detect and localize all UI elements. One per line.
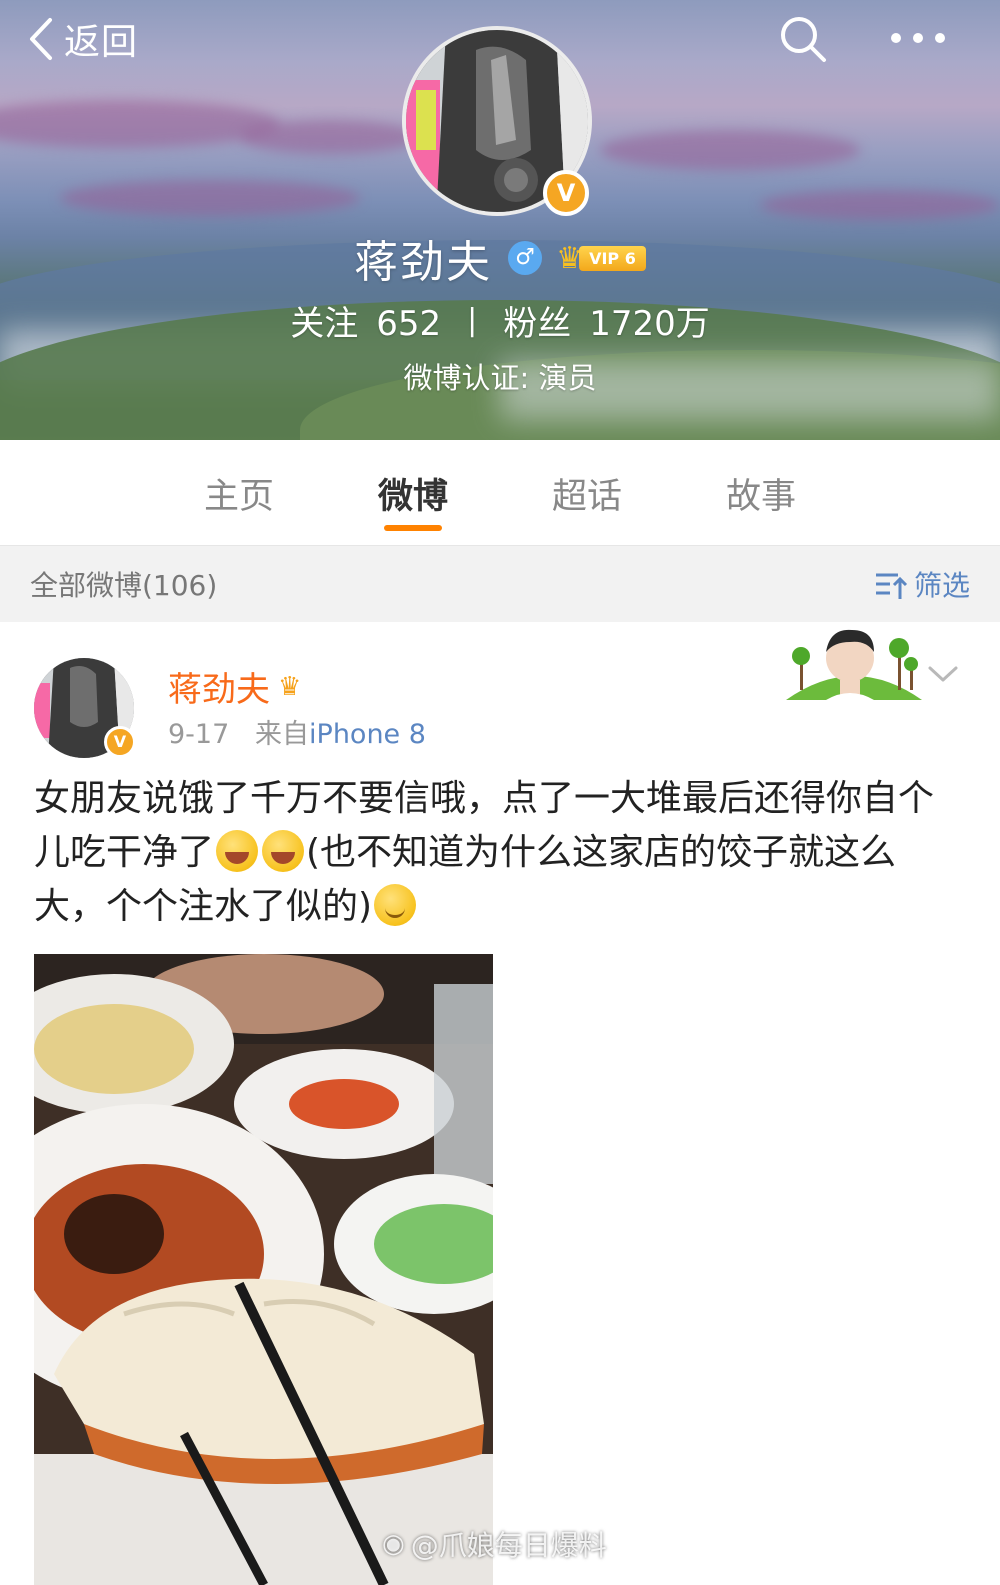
dumpling-photo-image xyxy=(34,954,493,1585)
filter-sort-icon xyxy=(875,573,908,599)
following-count: 652 xyxy=(376,304,442,344)
profile-tabs: 主页 微博 超话 故事 xyxy=(0,440,1000,546)
post-source-link[interactable]: iPhone 8 xyxy=(309,719,426,750)
stats-divider: | xyxy=(467,303,478,338)
weibo-post: V 蒋劲夫 ♛ 9-17 来自iPhone 8 女朋友说饿了千万不要信哦，点了一… xyxy=(0,622,1000,1585)
followers-count: 1720万 xyxy=(589,304,710,344)
avatar-card-decoration[interactable] xyxy=(786,622,922,700)
profile-name-row: 蒋劲夫 ♂ ♛ VIP 6 xyxy=(0,226,1000,290)
post-text: 女朋友说饿了千万不要信哦，点了一大堆最后还得你自个儿吃干净了 (也不知道为什么这家… xyxy=(34,772,964,934)
following-label: 关注 xyxy=(290,304,359,344)
tab-super-topic[interactable]: 超话 xyxy=(500,440,674,545)
post-author-name[interactable]: 蒋劲夫 ♛ xyxy=(168,662,301,711)
post-meta: 9-17 来自iPhone 8 xyxy=(168,712,426,751)
back-label: 返回 xyxy=(64,22,139,63)
post-author-label: 蒋劲夫 xyxy=(168,670,270,710)
more-dots-icon xyxy=(891,33,945,43)
more-options-button[interactable] xyxy=(888,20,948,56)
weibo-logo-icon: ◉ xyxy=(382,1529,405,1559)
laugh-cry-emoji-icon xyxy=(216,830,259,872)
followers-stat[interactable]: 粉丝 1720万 xyxy=(503,296,710,345)
filter-bar: 全部微博(106) 筛选 xyxy=(0,546,1000,622)
post-menu-chevron-icon[interactable] xyxy=(926,656,960,690)
crown-icon: ♛ xyxy=(278,671,302,702)
search-button[interactable] xyxy=(778,14,828,64)
male-gender-icon: ♂ xyxy=(508,241,543,275)
verification-text: 微博认证: 演员 xyxy=(403,361,597,395)
post-verified-badge: V xyxy=(104,726,136,758)
vip-badge[interactable]: ♛ VIP 6 xyxy=(556,241,646,276)
tab-home[interactable]: 主页 xyxy=(152,440,326,545)
chevron-left-icon xyxy=(30,18,52,60)
post-photo[interactable] xyxy=(34,954,493,1585)
tab-weibo[interactable]: 微博 xyxy=(326,440,500,545)
search-icon xyxy=(781,17,826,62)
post-date: 9-17 xyxy=(168,719,230,750)
laugh-cry-emoji-icon xyxy=(262,830,305,872)
filter-button[interactable]: 筛选 xyxy=(874,564,970,604)
tab-stories[interactable]: 故事 xyxy=(674,440,848,545)
watermark: ◉ @爪娘每日爆料 xyxy=(382,1524,607,1564)
back-button[interactable]: 返回 xyxy=(26,14,138,64)
verified-badge: V xyxy=(543,170,589,216)
post-count-label: 全部微博(106) xyxy=(30,569,218,602)
filter-label: 筛选 xyxy=(913,569,970,602)
profile-name: 蒋劲夫 xyxy=(354,237,493,288)
smile-emoji-icon xyxy=(374,884,417,926)
following-stat[interactable]: 关注 652 xyxy=(290,296,441,345)
profile-stats: 关注 652 | 粉丝 1720万 xyxy=(0,296,1000,345)
followers-label: 粉丝 xyxy=(503,304,572,344)
watermark-text: @爪娘每日爆料 xyxy=(410,1529,607,1562)
vip-level-label: VIP 6 xyxy=(579,245,646,271)
post-source-prefix: 来自 xyxy=(255,719,310,750)
